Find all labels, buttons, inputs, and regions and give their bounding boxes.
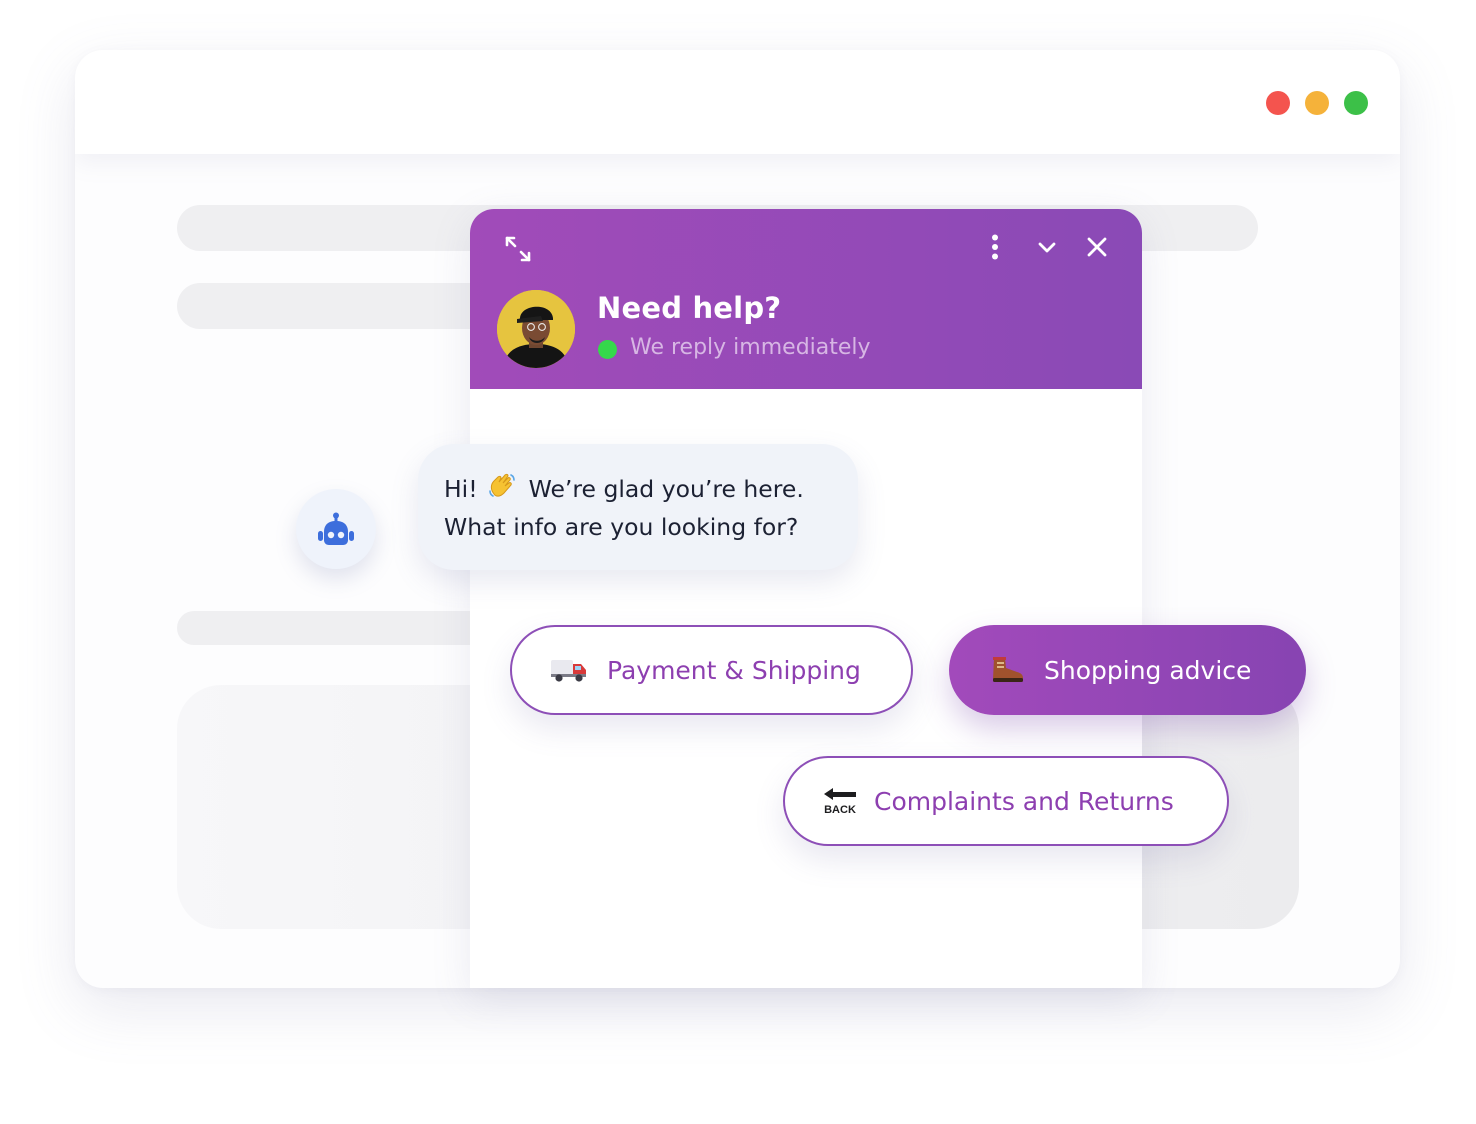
chat-status-text: We reply immediately — [630, 335, 871, 360]
delivery-truck-icon — [550, 657, 588, 683]
option-payment-shipping-button[interactable]: Payment & Shipping — [510, 625, 913, 715]
message-question: What info are you looking for? — [444, 513, 799, 541]
window-close-button[interactable] — [1266, 91, 1290, 115]
robot-icon — [296, 489, 376, 569]
chat-widget: Need help? We reply immediately — [470, 209, 1142, 988]
online-status-dot — [598, 340, 617, 359]
hiking-boot-icon — [989, 656, 1025, 684]
more-vertical-icon[interactable] — [982, 233, 1008, 261]
bot-message-bubble: Hi! We’re glad you’re here. What info ar… — [418, 444, 858, 570]
chevron-down-icon[interactable] — [1032, 233, 1062, 261]
message-greeting-rest: We’re glad you’re here. — [528, 475, 804, 503]
chat-header: Need help? We reply immediately — [470, 209, 1142, 389]
window-minimize-button[interactable] — [1305, 91, 1329, 115]
window-maximize-button[interactable] — [1344, 91, 1368, 115]
waving-hand-icon — [487, 472, 517, 510]
message-greeting: Hi! — [444, 475, 478, 503]
option-complaints-returns-button[interactable]: BACK Complaints and Returns — [783, 756, 1229, 846]
option-label: Complaints and Returns — [874, 786, 1174, 816]
chat-title: Need help? — [597, 291, 782, 325]
option-label: Shopping advice — [1044, 655, 1252, 685]
agent-avatar — [497, 290, 575, 368]
back-icon-text: BACK — [824, 803, 856, 816]
expand-icon[interactable] — [502, 233, 534, 265]
option-shopping-advice-button[interactable]: Shopping advice — [949, 625, 1306, 715]
option-label: Payment & Shipping — [607, 655, 861, 685]
browser-titlebar — [75, 50, 1400, 154]
back-arrow-icon: BACK — [823, 787, 857, 816]
close-icon[interactable] — [1082, 233, 1112, 261]
